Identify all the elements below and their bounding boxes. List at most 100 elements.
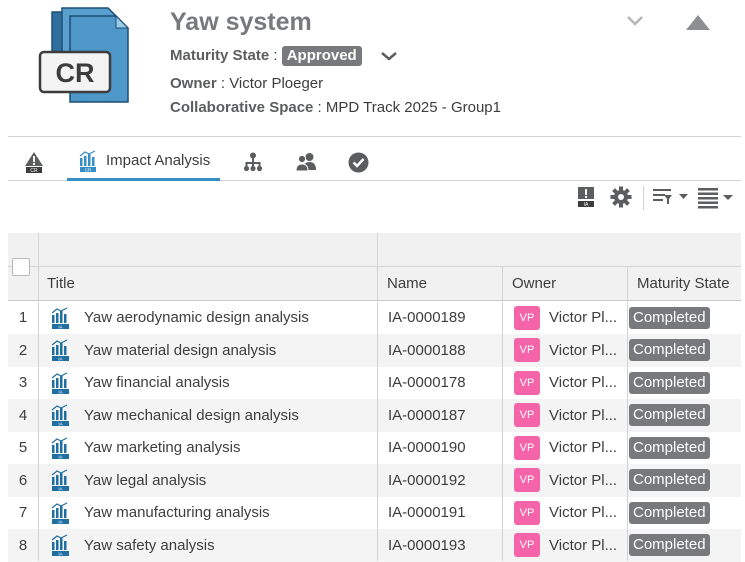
column-header-maturity-state-label: Maturity State (637, 275, 730, 292)
view-mode-dropdown-icon[interactable] (697, 187, 737, 209)
approval-tab-icon (348, 152, 369, 172)
column-header-title[interactable]: Title (47, 267, 377, 301)
column-divider (627, 267, 628, 561)
expand-details-chevron-icon[interactable] (626, 14, 644, 28)
status-badge: Completed (629, 301, 739, 334)
svg-text:CR: CR (85, 167, 92, 172)
hierarchy-tab-icon (243, 152, 263, 172)
column-header-owner[interactable]: Owner (512, 267, 627, 301)
maturity-dropdown-chevron-icon[interactable] (380, 50, 398, 62)
status-badge: Completed (629, 529, 739, 562)
state-text: Completed (629, 469, 710, 491)
table-row[interactable]: 6 IA Yaw legal analysis IA-0000192 VP Vi… (8, 463, 741, 497)
title-cell[interactable]: Yaw manufacturing analysis (84, 496, 374, 529)
title-text: Yaw financial analysis (84, 374, 230, 391)
impact-analysis-icon: IA (51, 431, 77, 464)
svg-text:IA: IA (58, 519, 62, 524)
table-row[interactable]: 5 IA Yaw marketing analysis IA-0000190 V… (8, 431, 741, 464)
name-text: IA-0000188 (388, 341, 466, 359)
owner-cell[interactable]: Victor Pl... (549, 366, 625, 399)
tab-bar: CR CR Impact Analysis (8, 143, 741, 181)
title-cell[interactable]: Yaw material design analysis (84, 334, 374, 367)
owner-avatar[interactable]: VP (514, 301, 544, 334)
name-text: IA-0000193 (388, 536, 466, 554)
collapse-header-icon[interactable] (684, 13, 712, 31)
owner-avatar[interactable]: VP (514, 464, 544, 497)
name-cell: IA-0000178 (388, 366, 500, 399)
svg-text:IA: IA (58, 421, 62, 426)
select-all-checkbox[interactable] (12, 258, 30, 276)
title-text: Yaw manufacturing analysis (84, 504, 270, 521)
title-cell[interactable]: Yaw legal analysis (84, 464, 374, 497)
tab-change-request[interactable]: CR (24, 143, 46, 181)
initials-text: VP (519, 376, 535, 389)
filter-dropdown-icon[interactable] (652, 187, 690, 207)
name-cell: IA-0000192 (388, 464, 500, 497)
svg-text:IA: IA (58, 486, 62, 491)
impact-analysis-icon: IA (51, 334, 77, 367)
column-header-name[interactable]: Name (387, 267, 502, 301)
name-text: IA-0000192 (388, 471, 466, 489)
title-cell[interactable]: Yaw safety analysis (84, 529, 374, 562)
name-cell: IA-0000190 (388, 431, 500, 464)
num-text: 3 (18, 374, 28, 391)
status-badge: Completed (629, 496, 739, 529)
status-badge: Completed (629, 399, 739, 432)
num-text: 6 (18, 471, 28, 489)
status-badge: Completed (629, 366, 739, 399)
owner-cell[interactable]: Victor Pl... (549, 529, 625, 562)
state-text: Completed (629, 534, 710, 556)
page-title: Yaw system (170, 8, 312, 36)
state-text: Completed (629, 371, 710, 394)
num-text: 8 (18, 536, 28, 554)
change-request-tab-icon: CR (25, 152, 43, 173)
owner-cell[interactable]: Victor Pl... (549, 431, 625, 464)
members-tab-icon (295, 153, 316, 172)
table-row[interactable]: 1 IA Yaw aerodynamic design analysis IA-… (8, 301, 741, 334)
owner-cell[interactable]: Victor Pl... (549, 464, 625, 497)
row-number: 7 (8, 496, 38, 529)
owner-line: Owner : Victor Ploeger (170, 75, 323, 92)
column-header-maturity-state[interactable]: Maturity State (637, 267, 741, 301)
new-impact-analysis-icon[interactable]: IA (577, 186, 595, 208)
impact-analysis-icon: IA (51, 496, 77, 529)
owner-avatar[interactable]: VP (514, 366, 544, 399)
table-row[interactable]: 3 IA Yaw financial analysis IA-0000178 V… (8, 366, 741, 399)
name-cell: IA-0000188 (388, 334, 500, 367)
state-text: Completed (629, 339, 710, 361)
owner-avatar[interactable]: VP (514, 431, 544, 464)
table-row[interactable]: 2 IA Yaw material design analysis IA-000… (8, 333, 741, 367)
owner-cell[interactable]: Victor Pl... (549, 334, 625, 367)
settings-icon[interactable] (610, 186, 632, 208)
tab-approvals[interactable] (348, 143, 370, 181)
owner-avatar[interactable]: VP (514, 529, 544, 562)
num-text: 7 (18, 504, 28, 521)
table-row[interactable]: 4 IA Yaw mechanical design analysis IA-0… (8, 398, 741, 432)
owner-avatar[interactable]: VP (514, 334, 544, 367)
toolbar-separator (643, 186, 644, 210)
tab-impact-analysis[interactable]: CR Impact Analysis (67, 143, 220, 181)
tab-hierarchy[interactable] (243, 143, 265, 181)
column-header-title-label: Title (47, 275, 75, 292)
row-number: 4 (8, 399, 38, 432)
svg-text:IA: IA (584, 202, 589, 208)
owner-avatar[interactable]: VP (514, 496, 544, 529)
svg-text:IA: IA (58, 324, 62, 329)
title-cell[interactable]: Yaw mechanical design analysis (84, 399, 374, 432)
state-text: Completed (629, 501, 710, 524)
owner-avatar[interactable]: VP (514, 399, 544, 432)
owner-cell[interactable]: Victor Pl... (549, 301, 625, 334)
title-cell[interactable]: Yaw aerodynamic design analysis (84, 301, 374, 334)
owner-cell[interactable]: Victor Pl... (549, 496, 625, 529)
title-cell[interactable]: Yaw marketing analysis (84, 431, 374, 464)
owner-value[interactable]: Victor Ploeger (229, 75, 323, 92)
title-cell[interactable]: Yaw financial analysis (84, 366, 374, 399)
table-row[interactable]: 7 IA Yaw manufacturing analysis IA-00001… (8, 496, 741, 529)
owner-cell[interactable]: Victor Pl... (549, 399, 625, 432)
tab-members[interactable] (295, 143, 319, 181)
row-number: 5 (8, 431, 38, 464)
table-row[interactable]: 8 IA Yaw safety analysis IA-0000193 VP V… (8, 528, 741, 562)
status-badge: Completed (629, 464, 739, 497)
initials-text: VP (519, 474, 535, 486)
num-text: 5 (18, 439, 28, 456)
